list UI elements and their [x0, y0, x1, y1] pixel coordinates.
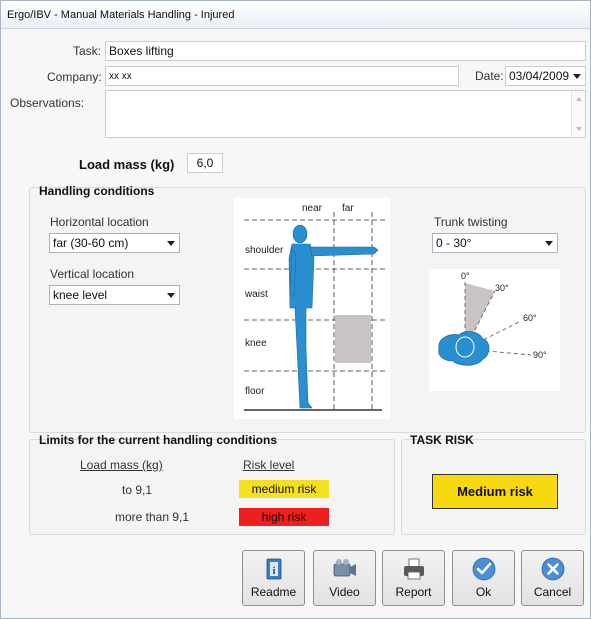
chevron-down-icon [167, 293, 175, 298]
angle-60-label: 60° [523, 313, 537, 323]
report-button[interactable]: Report [382, 550, 445, 606]
angle-90-label: 90° [533, 350, 547, 360]
load-mass-column-header: Load mass (kg) [80, 458, 163, 472]
svg-text:i: i [272, 565, 275, 577]
knee-label: knee [245, 338, 267, 349]
window-title: Ergo/IBV - Manual Materials Handling - I… [1, 1, 590, 29]
report-button-label: Report [395, 585, 432, 599]
limits-title: Limits for the current handling conditio… [39, 433, 278, 447]
ok-button[interactable]: Ok [452, 550, 515, 606]
company-field[interactable]: xx xx [105, 66, 459, 86]
vertical-location-select[interactable]: knee level [49, 285, 180, 305]
near-label: near [302, 203, 323, 214]
trunk-twist-diagram: 0° 30° 60° 90° [438, 271, 547, 366]
far-label: far [342, 203, 354, 214]
posture-diagram: near far shoulder waist knee floor [244, 203, 386, 411]
task-risk-title: TASK RISK [410, 433, 474, 447]
company-label: Company: [47, 70, 102, 84]
limit-row-2-mass: more than 9,1 [115, 510, 190, 524]
shoulder-label: shoulder [245, 245, 284, 256]
limit-row-1-mass: to 9,1 [122, 483, 153, 497]
cancel-icon [541, 557, 565, 581]
cancel-button[interactable]: Cancel [521, 550, 584, 606]
vertical-location-label: Vertical location [50, 267, 135, 281]
limit-row-2-risk: high risk [239, 508, 329, 526]
horizontal-location-select[interactable]: far (30-60 cm) [49, 233, 180, 253]
cancel-button-label: Cancel [533, 585, 572, 599]
observations-field[interactable] [105, 90, 586, 138]
observations-scrollbar[interactable] [571, 91, 585, 137]
trunk-twisting-label: Trunk twisting [434, 215, 508, 229]
chevron-down-icon [167, 241, 175, 246]
printer-icon [404, 558, 424, 580]
scroll-up-icon[interactable] [576, 97, 582, 101]
chevron-down-icon [573, 74, 581, 79]
chevron-down-icon [545, 241, 553, 246]
date-picker[interactable]: 03/04/2009 [505, 66, 586, 86]
task-label: Task: [73, 44, 102, 58]
vertical-location-value: knee level [53, 288, 108, 302]
angle-0-label: 0° [461, 271, 470, 281]
readme-button[interactable]: i Readme [242, 550, 305, 606]
posture-figure: near far shoulder waist knee floor [234, 198, 390, 419]
trunk-twisting-value: 0 - 30° [436, 236, 472, 250]
ok-button-label: Ok [475, 585, 492, 599]
limit-row-1-risk: medium risk [239, 480, 329, 498]
scroll-down-icon[interactable] [576, 127, 582, 131]
checkmark-icon [472, 557, 496, 581]
horizontal-location-label: Horizontal location [50, 215, 149, 229]
date-value: 03/04/2009 [509, 69, 570, 83]
task-risk-indicator: Medium risk [432, 474, 558, 509]
trunk-twisting-select[interactable]: 0 - 30° [432, 233, 558, 253]
load-zone [335, 315, 371, 363]
horizontal-location-value: far (30-60 cm) [53, 236, 129, 250]
main-window: Ergo/IBV - Manual Materials Handling - I… [0, 0, 591, 619]
handling-conditions-title: Handling conditions [39, 184, 155, 198]
limits-group [29, 439, 395, 535]
angle-30-label: 30° [495, 283, 509, 293]
form-content: Task: Boxes lifting Company: xx xx Date:… [1, 29, 590, 618]
trunk-twist-figure: 0° 30° 60° 90° [429, 269, 560, 391]
load-mass-field[interactable]: 6,0 [187, 153, 223, 173]
readme-button-label: Readme [250, 585, 297, 599]
risk-level-column-header: Risk level [243, 458, 295, 472]
floor-label: floor [245, 386, 265, 397]
load-mass-label: Load mass (kg) [79, 157, 175, 172]
waist-label: waist [244, 289, 268, 300]
task-field[interactable]: Boxes lifting [105, 41, 586, 61]
video-button-label: Video [329, 585, 360, 599]
readme-icon: i [266, 558, 282, 580]
date-label: Date: [475, 69, 504, 83]
video-camera-icon [333, 559, 356, 577]
video-button[interactable]: Video [313, 550, 376, 606]
observations-label: Observations: [10, 96, 85, 110]
